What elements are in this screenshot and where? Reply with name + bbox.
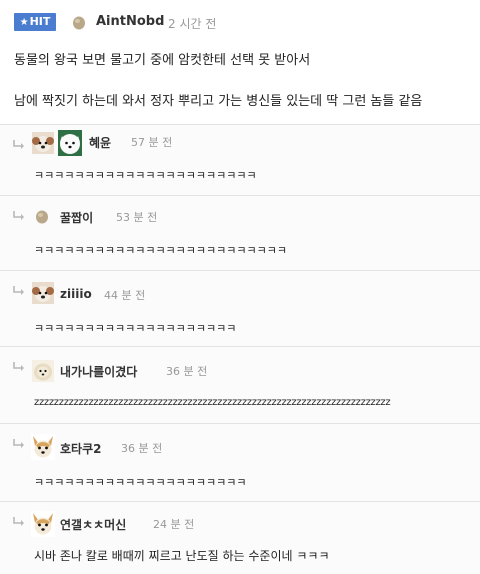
comment-time: 24 분 전 xyxy=(153,518,195,531)
user-avatar[interactable] xyxy=(32,360,54,382)
reply-arrow-icon xyxy=(13,286,24,295)
user-avatar[interactable] xyxy=(35,209,49,224)
hit-badge-label: HIT xyxy=(29,15,51,28)
star-icon: ★ xyxy=(19,17,29,28)
comment: 내가나를이겼다 36 분 전 zzzzzzzzzzzzzzzzzzzzzzzzz… xyxy=(0,346,480,424)
reply-arrow-icon xyxy=(13,517,24,526)
user-avatar[interactable] xyxy=(58,130,82,156)
reply-arrow-icon xyxy=(13,211,24,220)
comment-author[interactable]: 내가나를이겼다 xyxy=(60,363,137,380)
comment-author[interactable]: 혜윤 xyxy=(89,134,111,151)
post: ★HIT AintNobd 2 시간 전 동물의 왕국 보면 물고기 중에 암컷… xyxy=(0,0,480,124)
user-avatar[interactable] xyxy=(31,434,55,460)
reply-arrow-icon xyxy=(13,362,24,371)
comment-author[interactable]: ziiiio xyxy=(60,287,92,301)
comment-author[interactable]: 호타쿠2 xyxy=(60,440,101,457)
post-body-line: 남에 짝짓기 하는데 와서 정자 뿌리고 가는 병신들 있는데 딱 그런 놈들 … xyxy=(14,94,423,109)
comment-text: ㅋㅋㅋㅋㅋㅋㅋㅋㅋㅋㅋㅋㅋㅋㅋㅋㅋㅋㅋㅋㅋㅋㅋㅋㅋ xyxy=(34,244,287,257)
post-time: 2 시간 전 xyxy=(168,17,217,31)
comment: 꿀짭이 53 분 전 ㅋㅋㅋㅋㅋㅋㅋㅋㅋㅋㅋㅋㅋㅋㅋㅋㅋㅋㅋㅋㅋㅋㅋㅋㅋ xyxy=(0,195,480,271)
comment: 연갤ㅊㅊ머신 24 분 전 시바 존나 칼로 배때끼 찌르고 난도질 하는 수준… xyxy=(0,501,480,574)
comment-text: 시바 존나 칼로 배때끼 찌르고 난도질 하는 수준이네 ㅋㅋㅋ xyxy=(34,549,330,563)
comment: ziiiio 44 분 전 ㅋㅋㅋㅋㅋㅋㅋㅋㅋㅋㅋㅋㅋㅋㅋㅋㅋㅋㅋㅋ xyxy=(0,270,480,347)
comment-time: 44 분 전 xyxy=(104,289,146,302)
comment-time: 36 분 전 xyxy=(121,442,163,455)
hit-badge: ★HIT xyxy=(14,13,56,31)
comment-author[interactable]: 꿀짭이 xyxy=(60,209,93,226)
post-body-line: 동물의 왕국 보면 물고기 중에 암컷한테 선택 못 받아서 xyxy=(14,53,311,68)
comment: 혜윤 57 분 전 ㅋㅋㅋㅋㅋㅋㅋㅋㅋㅋㅋㅋㅋㅋㅋㅋㅋㅋㅋㅋㅋㅋ xyxy=(0,124,480,196)
reply-arrow-icon xyxy=(13,140,24,149)
reply-arrow-icon xyxy=(13,439,24,448)
comment-text: zzzzzzzzzzzzzzzzzzzzzzzzzzzzzzzzzzzzzzzz… xyxy=(34,397,391,408)
user-avatar[interactable] xyxy=(31,511,55,537)
author-avatar[interactable] xyxy=(72,15,86,30)
comment-time: 53 분 전 xyxy=(116,211,158,224)
comment: 호타쿠2 36 분 전 ㅋㅋㅋㅋㅋㅋㅋㅋㅋㅋㅋㅋㅋㅋㅋㅋㅋㅋㅋㅋㅋ xyxy=(0,423,480,502)
comment-text: ㅋㅋㅋㅋㅋㅋㅋㅋㅋㅋㅋㅋㅋㅋㅋㅋㅋㅋㅋㅋㅋ xyxy=(34,476,247,489)
comment-text: ㅋㅋㅋㅋㅋㅋㅋㅋㅋㅋㅋㅋㅋㅋㅋㅋㅋㅋㅋㅋㅋㅋ xyxy=(34,169,257,182)
post-author[interactable]: AintNobd xyxy=(96,14,164,29)
comment-text: ㅋㅋㅋㅋㅋㅋㅋㅋㅋㅋㅋㅋㅋㅋㅋㅋㅋㅋㅋㅋ xyxy=(34,322,237,335)
comment-time: 36 분 전 xyxy=(166,365,208,378)
comment-time: 57 분 전 xyxy=(131,136,173,149)
comment-author[interactable]: 연갤ㅊㅊ머신 xyxy=(60,516,126,533)
user-avatar[interactable] xyxy=(32,282,54,304)
user-avatar[interactable] xyxy=(32,132,54,154)
